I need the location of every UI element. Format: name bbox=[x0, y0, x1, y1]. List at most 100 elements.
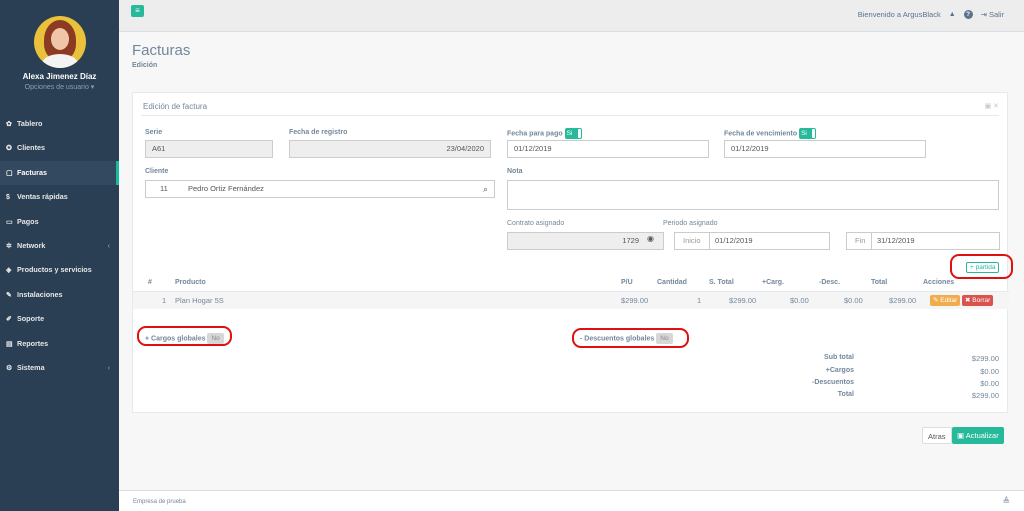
sidebar-item-tablero[interactable]: ✿ Tablero bbox=[0, 112, 119, 136]
sidebar-item-sistema[interactable]: ⚙ Sistema ‹ bbox=[0, 356, 119, 380]
fin-value: 31/12/2019 bbox=[871, 233, 915, 249]
subtotal-value: $299.00 bbox=[971, 354, 999, 363]
column-header: Total bbox=[871, 279, 888, 286]
row-cantidad: 1 bbox=[697, 296, 702, 305]
panel-tools-icons[interactable]: ▣ ✕ bbox=[985, 102, 999, 110]
sidebar-item-label: Sistema bbox=[17, 362, 45, 372]
fecha-pago-switch[interactable]: Si bbox=[564, 128, 582, 139]
company-name: Empresa de prueba bbox=[133, 499, 186, 505]
user-options-link[interactable]: Opciones de usuario ▾ bbox=[0, 83, 119, 91]
page-title: Facturas bbox=[132, 42, 191, 59]
row-total: $299.00 bbox=[889, 296, 917, 305]
help-icon[interactable]: ? bbox=[963, 10, 973, 19]
sidebar-item-icon: ✲ bbox=[6, 242, 12, 250]
fecha-pago-input[interactable]: 01/12/2019 bbox=[507, 140, 709, 158]
sidebar: Alexa Jimenez Díaz Opciones de usuario ▾… bbox=[0, 0, 119, 511]
contrato-input[interactable]: 1729 bbox=[507, 232, 664, 250]
cargos-total-label: +Cargos bbox=[825, 367, 854, 374]
sidebar-item-ventas-r-pidas[interactable]: $ Ventas rápidas bbox=[0, 185, 119, 209]
annotation-ring-descuentos bbox=[572, 328, 689, 348]
sidebar-item-icon: ▢ bbox=[6, 169, 13, 177]
sidebar-item-icon: ⚙ bbox=[6, 364, 13, 372]
sidebar-item-icon: ▭ bbox=[6, 218, 13, 226]
fecha-vencimiento-switch[interactable]: Si bbox=[799, 128, 817, 139]
sidebar-item-label: Productos y servicios bbox=[17, 265, 92, 275]
footer: Empresa de prueba ≜ bbox=[119, 490, 1024, 511]
user-name: Alexa Jimenez Díaz bbox=[22, 72, 97, 81]
fin-label: Fin bbox=[855, 236, 866, 245]
column-header: # bbox=[148, 279, 152, 286]
nota-textarea[interactable] bbox=[507, 180, 999, 210]
sidebar-item-reportes[interactable]: ▤ Reportes bbox=[0, 332, 119, 356]
sidebar-item-pagos[interactable]: ▭ Pagos bbox=[0, 210, 119, 234]
serie-input[interactable]: A61 bbox=[145, 140, 273, 158]
column-header: S. Total bbox=[709, 279, 734, 286]
footer-icon[interactable]: ≜ bbox=[1002, 496, 1010, 507]
contrato-label: Contrato asignado bbox=[507, 220, 565, 227]
sidebar-item-label: Network bbox=[17, 240, 46, 250]
sidebar-item-icon: ✐ bbox=[6, 316, 12, 324]
user-avatar[interactable] bbox=[34, 16, 86, 68]
sidebar-item-icon: ▤ bbox=[6, 340, 13, 348]
update-button[interactable]: ▣ Actualizar bbox=[952, 427, 1004, 444]
invoice-edit-panel: Edición de factura ▣ ✕ Serie A61 Fecha d… bbox=[132, 92, 1013, 413]
eye-icon[interactable]: ◉ bbox=[647, 234, 654, 243]
sidebar-item-network[interactable]: ✲ Network ‹ bbox=[0, 234, 119, 258]
sidebar-item-productos-y-servicios[interactable]: ◈ Productos y servicios bbox=[0, 258, 119, 282]
sidebar-item-icon: $ bbox=[6, 194, 10, 202]
total-label: Total bbox=[837, 391, 854, 398]
page-subtitle: Edición bbox=[132, 62, 158, 69]
cliente-id: 11 bbox=[160, 184, 168, 193]
chevron-left-icon: ‹ bbox=[107, 240, 110, 250]
sidebar-item-instalaciones[interactable]: ✎ Instalaciones bbox=[0, 283, 119, 307]
row-number: 1 bbox=[162, 296, 167, 305]
fecha-registro-label: Fecha de registro bbox=[289, 129, 348, 136]
nota-label: Nota bbox=[507, 168, 523, 175]
inicio-label: Inicio bbox=[683, 236, 701, 245]
periodo-label: Periodo asignado bbox=[663, 220, 718, 227]
sidebar-item-icon: ✎ bbox=[6, 291, 12, 299]
logout-link[interactable]: ⇥ Salir bbox=[981, 10, 1004, 19]
back-button[interactable]: Atras bbox=[922, 427, 952, 444]
sidebar-item-label: Soporte bbox=[17, 314, 45, 324]
sidebar-item-soporte[interactable]: ✐ Soporte bbox=[0, 307, 119, 331]
sidebar-item-facturas[interactable]: ▢ Facturas bbox=[0, 160, 119, 186]
annotation-ring-partida bbox=[950, 254, 1013, 279]
sidebar-item-label: Instalaciones bbox=[17, 289, 63, 299]
row-pu: $299.00 bbox=[621, 296, 649, 305]
fecha-registro-input[interactable]: 23/04/2020 bbox=[289, 140, 491, 158]
welcome-text[interactable]: Bienvenido a ArgusBlack bbox=[858, 10, 941, 19]
sidebar-item-clientes[interactable]: ✪ Clientes bbox=[0, 136, 119, 160]
row-cargos: $0.00 bbox=[790, 296, 809, 305]
panel-title: Edición de factura bbox=[143, 102, 208, 111]
sidebar-item-label: Pagos bbox=[17, 216, 39, 226]
cliente-label: Cliente bbox=[145, 168, 169, 175]
edit-button[interactable]: ✎ Editar bbox=[930, 295, 961, 306]
row-descuentos: $0.00 bbox=[844, 296, 863, 305]
sidebar-item-icon: ✪ bbox=[6, 145, 12, 153]
bell-icon[interactable]: ▲ bbox=[949, 11, 956, 18]
search-icon[interactable]: ⌕ bbox=[483, 181, 488, 197]
column-header: Acciones bbox=[923, 279, 955, 286]
sidebar-item-label: Tablero bbox=[17, 119, 43, 128]
sidebar-item-label: Clientes bbox=[17, 143, 45, 153]
fecha-vencimiento-label: Fecha de vencimiento Si bbox=[724, 128, 817, 139]
descuentos-total-value: $0.00 bbox=[980, 379, 999, 388]
fecha-pago-label: Fecha para pago Si bbox=[507, 128, 582, 139]
sidebar-item-icon: ◈ bbox=[6, 267, 12, 275]
topbar: ≡ Bienvenido a ArgusBlack ▲ ? ⇥ Salir bbox=[119, 0, 1024, 32]
cliente-field[interactable]: 11 Pedro Ortiz Fernández ⌕ bbox=[145, 180, 495, 198]
total-value: $299.00 bbox=[971, 391, 999, 400]
sidebar-item-label: Facturas bbox=[17, 167, 47, 177]
chevron-left-icon: ‹ bbox=[107, 362, 110, 372]
row-stotal: $299.00 bbox=[729, 296, 757, 305]
periodo-fin-field[interactable]: Fin 31/12/2019 bbox=[846, 232, 1000, 250]
column-header: P/U bbox=[621, 279, 633, 286]
cargos-total-value: $0.00 bbox=[980, 367, 999, 376]
column-header: Cantidad bbox=[657, 279, 687, 286]
fecha-vencimiento-input[interactable]: 01/12/2019 bbox=[724, 140, 926, 158]
menu-toggle-button[interactable]: ≡ bbox=[131, 5, 144, 17]
delete-button[interactable]: ✖ Borrar bbox=[962, 295, 994, 306]
periodo-inicio-field[interactable]: Inicio 01/12/2019 bbox=[674, 232, 830, 250]
sidebar-menu: ✿ Tablero ✪ Clientes ▢ Facturas $ Ventas rápida… bbox=[0, 112, 119, 380]
